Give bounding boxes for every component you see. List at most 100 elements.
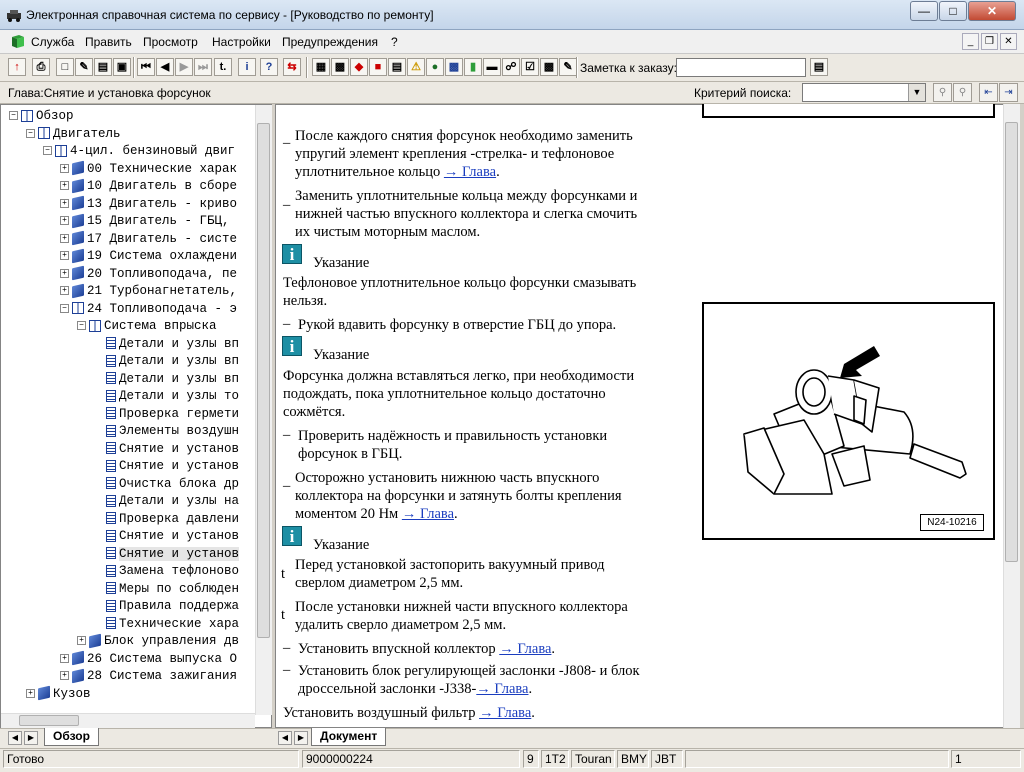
expand-icon[interactable]: + — [60, 251, 69, 261]
tree-item[interactable]: Элементы воздушн — [94, 423, 239, 440]
new-page-icon[interactable]: □ — [56, 58, 74, 76]
tab-overview[interactable]: Обзор — [44, 728, 99, 746]
tree-item[interactable]: +13 Двигатель - криво — [60, 195, 237, 213]
collapse-icon[interactable]: − — [77, 321, 86, 331]
tool-2-icon[interactable]: ▩ — [331, 58, 349, 76]
tool-4-icon[interactable]: ■ — [369, 58, 387, 76]
collapse-icon[interactable]: − — [26, 128, 35, 138]
menu-view[interactable]: Просмотр — [143, 35, 198, 49]
note-icon[interactable]: ✎ — [559, 58, 577, 76]
tree-item[interactable]: Правила поддержа — [94, 598, 239, 615]
chapter-link[interactable]: → Глава — [444, 164, 496, 180]
tree-item[interactable]: Снятие и установ — [94, 441, 239, 458]
expand-icon[interactable]: + — [60, 653, 69, 663]
green-book-tool-icon[interactable]: ▮ — [464, 58, 482, 76]
tree-item[interactable]: Проверка давлени — [94, 511, 239, 528]
tool-8-icon[interactable]: ▩ — [445, 58, 463, 76]
tree-item[interactable]: + Блок управления дв — [77, 633, 239, 650]
tree-item[interactable]: +20 Топливоподача, пе — [60, 265, 237, 283]
first-page-icon[interactable]: ⏮ — [137, 58, 155, 76]
tab-document[interactable]: Документ — [311, 728, 387, 746]
car-icon[interactable]: ▣ — [113, 58, 131, 76]
help-icon[interactable]: ? — [260, 58, 278, 76]
info-icon[interactable]: i — [238, 58, 256, 76]
search-next-icon[interactable]: ⚲ — [953, 83, 972, 102]
tree-item[interactable]: +19 Система охлаждени — [60, 248, 237, 265]
mdi-restore-button[interactable]: ❐ — [981, 33, 998, 50]
chapter-link[interactable]: → Глава — [479, 705, 531, 721]
warning-icon[interactable]: ⚠ — [407, 58, 425, 76]
tree-item[interactable]: − 24 Топливоподача - э — [60, 301, 237, 318]
tree-item[interactable]: Технические хара — [94, 616, 239, 633]
expand-icon[interactable]: + — [60, 233, 69, 243]
tree-item[interactable]: Детали и узлы то — [94, 388, 239, 405]
vehicle-icon[interactable]: ▬ — [483, 58, 501, 76]
collapse-icon[interactable]: − — [60, 303, 69, 313]
menu-service[interactable]: Служба — [31, 35, 74, 49]
tree-item[interactable]: − Обзор — [9, 108, 74, 125]
collapse-icon[interactable]: − — [43, 146, 52, 156]
doc-tab-prev-icon[interactable]: ◀ — [278, 731, 292, 745]
document-icon[interactable]: ▤ — [94, 58, 112, 76]
swap-icon[interactable]: ⇆ — [283, 58, 301, 76]
tool-1-icon[interactable]: ▦ — [312, 58, 330, 76]
collapse-icon[interactable]: − — [9, 111, 18, 121]
expand-icon[interactable]: + — [60, 181, 69, 191]
doc-tab-next-icon[interactable]: ▶ — [294, 731, 308, 745]
tree-item[interactable]: Очистка блока др — [94, 476, 239, 493]
minimize-button[interactable]: — — [910, 1, 938, 21]
expand-icon[interactable]: + — [60, 268, 69, 278]
expand-icon[interactable]: + — [77, 636, 86, 646]
tree-item[interactable]: +21 Турбонагнетатель, — [60, 283, 237, 300]
search-icon[interactable]: ⚲ — [933, 83, 952, 102]
maximize-button[interactable]: □ — [939, 1, 967, 21]
expand-icon[interactable]: + — [60, 216, 69, 226]
jump-icon[interactable]: t. — [214, 58, 232, 76]
close-button[interactable]: ✕ — [968, 1, 1016, 21]
document-scroll-thumb[interactable] — [1005, 122, 1018, 562]
tree-item[interactable]: Проверка гермети — [94, 406, 239, 423]
chapter-link[interactable]: → Глава — [499, 641, 551, 657]
expand-icon[interactable]: + — [60, 163, 69, 173]
globe-icon[interactable]: ● — [426, 58, 444, 76]
menu-settings[interactable]: Настройки — [212, 35, 271, 49]
menu-help[interactable]: ? — [391, 35, 398, 49]
expand-icon[interactable]: + — [60, 198, 69, 208]
tree-item[interactable]: − Система впрыска — [77, 318, 217, 335]
tool-11-icon[interactable]: ☍ — [502, 58, 520, 76]
tree-item[interactable]: Меры по соблюден — [94, 581, 239, 598]
tool-3-icon[interactable]: ◆ — [350, 58, 368, 76]
mdi-minimize-button[interactable]: _ — [962, 33, 979, 50]
last-page-icon[interactable]: ⏭ — [194, 58, 212, 76]
menu-warnings[interactable]: Предупреждения — [282, 35, 378, 49]
exit-icon[interactable]: ↑ — [8, 58, 26, 76]
menu-edit[interactable]: Править — [85, 35, 132, 49]
next-page-icon[interactable]: ▶ — [175, 58, 193, 76]
collapse-icon[interactable]: ⇤ — [979, 83, 998, 102]
tree-item[interactable]: +10 Двигатель в сборе — [60, 178, 237, 195]
tree-item[interactable]: Снятие и установ — [94, 458, 239, 475]
tree-item[interactable]: Детали и узлы вп — [94, 371, 239, 388]
tree-item[interactable]: +00 Технические харак — [60, 160, 237, 178]
edit-page-icon[interactable]: ✎ — [75, 58, 93, 76]
tree-item[interactable]: − 4-цил. бензиновый двиг — [43, 143, 235, 160]
tree-item[interactable]: + Кузов — [26, 685, 91, 703]
tree-item[interactable]: Замена тефлоново — [94, 563, 239, 580]
order-note-button[interactable]: ▤ — [810, 58, 828, 76]
prev-page-icon[interactable]: ◀ — [156, 58, 174, 76]
tab-next-icon[interactable]: ▶ — [24, 731, 38, 745]
tree-item[interactable]: − Двигатель — [26, 126, 121, 143]
expand-icon[interactable]: + — [60, 286, 69, 296]
chapter-link[interactable]: → Глава — [476, 681, 528, 697]
tool-5-icon[interactable]: ▤ — [388, 58, 406, 76]
tree-item[interactable]: Снятие и установ — [94, 528, 239, 545]
tab-prev-icon[interactable]: ◀ — [8, 731, 22, 745]
expand-icon[interactable]: + — [60, 671, 69, 681]
tree-item[interactable]: Детали и узлы на — [94, 493, 239, 510]
print-icon[interactable]: ⎙ — [32, 58, 50, 76]
checklist-icon[interactable]: ☑ — [521, 58, 539, 76]
order-note-input[interactable] — [676, 58, 806, 77]
tree-item[interactable]: +15 Двигатель - ГБЦ, — [60, 213, 230, 230]
tree-item[interactable]: Снятие и установ — [94, 546, 240, 563]
expand-icon[interactable]: ⇥ — [999, 83, 1018, 102]
